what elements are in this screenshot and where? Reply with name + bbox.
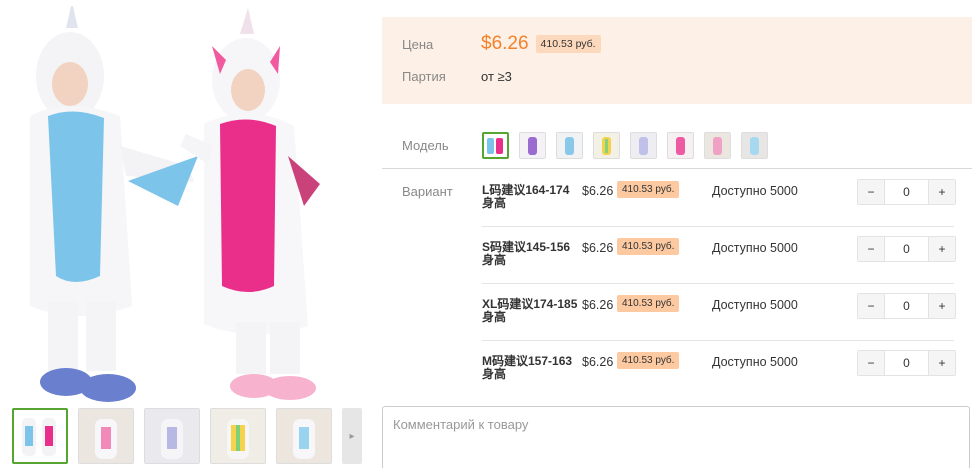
increment-button[interactable]: + [929,237,955,261]
price-value: $6.26 [481,33,529,54]
thumbnail-3[interactable] [144,408,200,464]
quantity-stepper: − + [857,236,956,262]
model-swatch-2[interactable] [519,132,546,159]
quantity-input[interactable] [884,180,929,204]
variant-availability: Доступно 5000 [712,184,798,198]
thumbnail-strip: ▸ [12,408,362,464]
variant-price: $6.26 [582,184,614,198]
model-selector: Модель [382,127,972,169]
variant-name: S码建议145-156身高 [482,240,571,267]
price-rub-badge: 410.53 руб. [535,35,601,53]
unicorn-costume-illustration [30,6,320,402]
quantity-stepper: − + [857,179,956,205]
variant-price: $6.26 [582,298,614,312]
variant-rub-badge: 410.53 руб. [617,352,680,369]
variant-availability: Доступно 5000 [712,355,798,369]
model-label: Модель [402,138,449,153]
variant-row: L码建议164-174身高 $6.26 410.53 руб. Доступно… [482,170,956,227]
model-swatch-5[interactable] [630,132,657,159]
increment-button[interactable]: + [929,180,955,204]
variant-name: M码建议157-163身高 [482,354,573,381]
price-label: Цена [402,36,434,52]
batch-label: Партия [402,69,446,84]
model-swatch-6[interactable] [667,132,694,159]
product-main-photo [8,6,374,402]
variant-availability: Доступно 5000 [712,298,798,312]
decrement-button[interactable]: − [858,237,884,261]
model-swatches [482,132,768,159]
batch-row: Партия от ≥3 [402,69,512,84]
thumbnail-2[interactable] [78,408,134,464]
variant-label: Вариант [402,184,453,199]
variant-name: L码建议164-174身高 [482,183,570,210]
quantity-stepper: − + [857,350,956,376]
variant-name: XL码建议174-185身高 [482,297,578,324]
person-blue [30,6,198,402]
quantity-stepper: − + [857,293,956,319]
variant-price: $6.26 [582,241,614,255]
increment-button[interactable]: + [929,351,955,375]
variant-price: $6.26 [582,355,614,369]
model-swatch-1[interactable] [482,132,509,159]
batch-value: от ≥3 [481,69,512,84]
decrement-button[interactable]: − [858,180,884,204]
variant-row: XL码建议174-185身高 $6.26 410.53 руб. Доступн… [482,284,956,341]
price-row: Цена $6.26 410.53 руб. [402,33,601,55]
comment-textarea[interactable] [382,406,970,468]
decrement-button[interactable]: − [858,294,884,318]
variant-row: S码建议145-156身高 $6.26 410.53 руб. Доступно… [482,227,956,284]
model-swatch-7[interactable] [704,132,731,159]
variant-rub-badge: 410.53 руб. [617,295,680,312]
variant-rub-badge: 410.53 руб. [617,181,680,198]
price-panel: Цена $6.26 410.53 руб. Партия от ≥3 [382,17,972,104]
quantity-input[interactable] [884,351,929,375]
model-swatch-4[interactable] [593,132,620,159]
model-swatch-8[interactable] [741,132,768,159]
decrement-button[interactable]: − [858,351,884,375]
quantity-input[interactable] [884,237,929,261]
thumbnail-4[interactable] [210,408,266,464]
increment-button[interactable]: + [929,294,955,318]
quantity-input[interactable] [884,294,929,318]
variant-rub-badge: 410.53 руб. [617,238,680,255]
thumbnail-1[interactable] [12,408,68,464]
model-swatch-3[interactable] [556,132,583,159]
person-pink [180,8,320,400]
variant-row: M码建议157-163身高 $6.26 410.53 руб. Доступно… [482,341,956,398]
chevron-right-icon[interactable]: ▸ [342,408,362,464]
thumbnail-5[interactable] [276,408,332,464]
variant-availability: Доступно 5000 [712,241,798,255]
